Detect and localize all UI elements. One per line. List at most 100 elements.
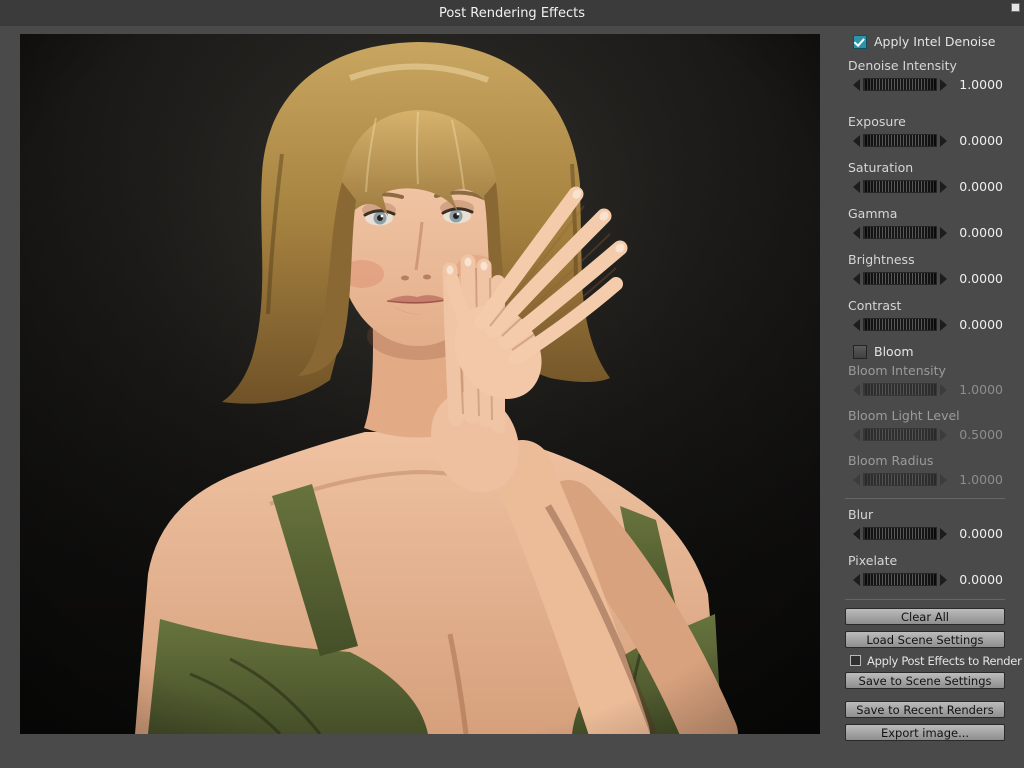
slider-track[interactable] xyxy=(863,318,937,331)
decrement-arrow-icon xyxy=(853,384,860,396)
exposure-slider: 0.0000 xyxy=(845,133,1005,148)
slider-track xyxy=(863,473,937,486)
apply-post-effects-row[interactable]: Apply Post Effects to Render xyxy=(850,654,1005,667)
slider-label: Blur xyxy=(845,507,1005,522)
increment-arrow-icon[interactable] xyxy=(940,181,947,193)
apply-post-effects-label: Apply Post Effects to Render xyxy=(867,654,1022,668)
increment-arrow-icon xyxy=(940,429,947,441)
post-rendering-effects-window: Post Rendering Effects xyxy=(0,0,1024,768)
bloom-radius-slider: 1.0000 xyxy=(845,472,1005,487)
slider-label: Bloom Intensity xyxy=(845,363,1005,378)
slider-value[interactable]: 0.0000 xyxy=(947,572,1005,587)
slider-value[interactable]: 0.0000 xyxy=(947,317,1005,332)
slider-track xyxy=(863,383,937,396)
slider-value[interactable]: 0.0000 xyxy=(947,179,1005,194)
slider-label: Gamma xyxy=(845,206,1005,221)
dock-panel-icon[interactable] xyxy=(1011,3,1020,12)
increment-arrow-icon[interactable] xyxy=(940,135,947,147)
gamma-group: Gamma 0.0000 xyxy=(845,206,1005,240)
contrast-slider: 0.0000 xyxy=(845,317,1005,332)
pixelate-slider: 0.0000 xyxy=(845,572,1005,587)
slider-label: Brightness xyxy=(845,252,1005,267)
increment-arrow-icon[interactable] xyxy=(940,273,947,285)
slider-track[interactable] xyxy=(863,527,937,540)
bloom-light-level-group: Bloom Light Level 0.5000 xyxy=(845,408,1005,442)
slider-track[interactable] xyxy=(863,573,937,586)
decrement-arrow-icon[interactable] xyxy=(853,528,860,540)
load-scene-settings-button[interactable]: Load Scene Settings xyxy=(845,631,1005,648)
saturation-group: Saturation 0.0000 xyxy=(845,160,1005,194)
decrement-arrow-icon[interactable] xyxy=(853,574,860,586)
portrait-render-image xyxy=(20,34,820,734)
slider-value: 1.0000 xyxy=(947,472,1005,487)
exposure-group: Exposure 0.0000 xyxy=(845,114,1005,148)
slider-value[interactable]: 0.0000 xyxy=(947,526,1005,541)
increment-arrow-icon[interactable] xyxy=(940,319,947,331)
slider-track[interactable] xyxy=(863,226,937,239)
decrement-arrow-icon[interactable] xyxy=(853,135,860,147)
save-to-scene-settings-button[interactable]: Save to Scene Settings xyxy=(845,672,1005,689)
clear-all-button[interactable]: Clear All xyxy=(845,608,1005,625)
slider-track[interactable] xyxy=(863,180,937,193)
bloom-light-level-slider: 0.5000 xyxy=(845,427,1005,442)
titlebar[interactable]: Post Rendering Effects xyxy=(0,0,1024,26)
slider-value[interactable]: 0.0000 xyxy=(947,133,1005,148)
slider-label: Contrast xyxy=(845,298,1005,313)
denoise-intensity-group: Denoise Intensity 1.0000 xyxy=(845,58,1005,92)
brightness-group: Brightness 0.0000 xyxy=(845,252,1005,286)
effects-panel: Apply Intel Denoise Denoise Intensity 1.… xyxy=(845,28,1005,747)
apply-intel-denoise-label: Apply Intel Denoise xyxy=(874,34,995,49)
slider-value[interactable]: 0.0000 xyxy=(947,271,1005,286)
bloom-intensity-slider: 1.0000 xyxy=(845,382,1005,397)
window-title: Post Rendering Effects xyxy=(439,6,585,21)
blur-slider: 0.0000 xyxy=(845,526,1005,541)
increment-arrow-icon[interactable] xyxy=(940,574,947,586)
bloom-row[interactable]: Bloom xyxy=(853,344,1005,359)
bloom-label: Bloom xyxy=(874,344,914,359)
apply-intel-denoise-checkbox[interactable] xyxy=(853,35,867,49)
decrement-arrow-icon[interactable] xyxy=(853,227,860,239)
saturation-slider: 0.0000 xyxy=(845,179,1005,194)
slider-track[interactable] xyxy=(863,134,937,147)
apply-post-effects-checkbox[interactable] xyxy=(850,655,861,666)
pixelate-group: Pixelate 0.0000 xyxy=(845,553,1005,587)
denoise-intensity-slider: 1.0000 xyxy=(845,77,1005,92)
contrast-group: Contrast 0.0000 xyxy=(845,298,1005,332)
decrement-arrow-icon[interactable] xyxy=(853,79,860,91)
apply-intel-denoise-row[interactable]: Apply Intel Denoise xyxy=(853,34,1005,49)
slider-value: 0.5000 xyxy=(947,427,1005,442)
slider-label: Pixelate xyxy=(845,553,1005,568)
blur-group: Blur 0.0000 xyxy=(845,507,1005,541)
slider-track[interactable] xyxy=(863,78,937,91)
brightness-slider: 0.0000 xyxy=(845,271,1005,286)
decrement-arrow-icon xyxy=(853,474,860,486)
bloom-intensity-group: Bloom Intensity 1.0000 xyxy=(845,363,1005,397)
increment-arrow-icon[interactable] xyxy=(940,79,947,91)
slider-label: Denoise Intensity xyxy=(845,58,1005,73)
slider-label: Bloom Light Level xyxy=(845,408,1005,423)
gamma-slider: 0.0000 xyxy=(845,225,1005,240)
decrement-arrow-icon[interactable] xyxy=(853,319,860,331)
slider-label: Exposure xyxy=(845,114,1005,129)
checkmark-icon xyxy=(854,35,865,46)
bloom-checkbox[interactable] xyxy=(853,345,867,359)
separator xyxy=(845,498,1005,499)
decrement-arrow-icon[interactable] xyxy=(853,181,860,193)
increment-arrow-icon xyxy=(940,474,947,486)
slider-track xyxy=(863,428,937,441)
save-to-recent-renders-button[interactable]: Save to Recent Renders xyxy=(845,701,1005,718)
increment-arrow-icon[interactable] xyxy=(940,528,947,540)
slider-value[interactable]: 0.0000 xyxy=(947,225,1005,240)
slider-value: 1.0000 xyxy=(947,382,1005,397)
increment-arrow-icon xyxy=(940,384,947,396)
increment-arrow-icon[interactable] xyxy=(940,227,947,239)
decrement-arrow-icon[interactable] xyxy=(853,273,860,285)
slider-track[interactable] xyxy=(863,272,937,285)
separator xyxy=(845,599,1005,600)
slider-label: Bloom Radius xyxy=(845,453,1005,468)
slider-value[interactable]: 1.0000 xyxy=(947,77,1005,92)
export-image-button[interactable]: Export image... xyxy=(845,724,1005,741)
slider-label: Saturation xyxy=(845,160,1005,175)
decrement-arrow-icon xyxy=(853,429,860,441)
render-preview xyxy=(20,34,820,734)
